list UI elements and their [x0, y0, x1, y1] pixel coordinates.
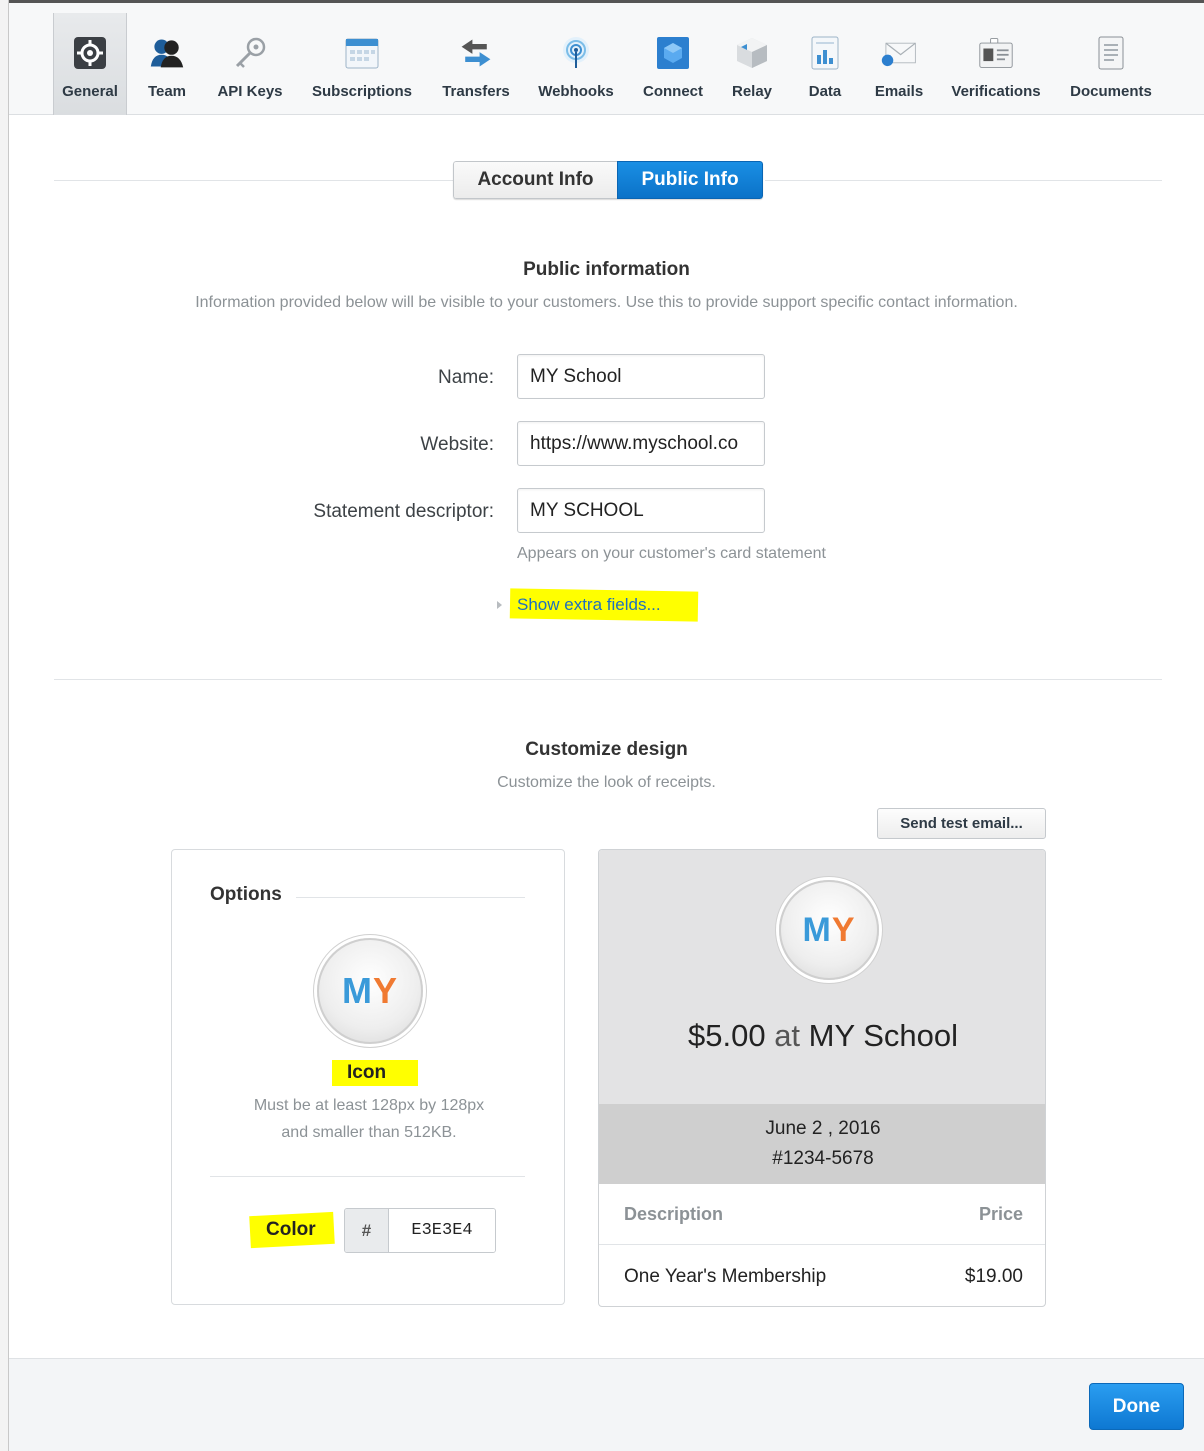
- icon-help-line-2: and smaller than 512KB.: [281, 1124, 457, 1141]
- receipt-amount: $5.00: [687, 1018, 766, 1053]
- tab-general[interactable]: General: [53, 13, 127, 115]
- name-field[interactable]: [517, 354, 765, 399]
- public-info-title: Public information: [523, 259, 690, 280]
- tab-api-keys[interactable]: API Keys: [209, 13, 291, 115]
- tab-transfers-label: Transfers: [442, 83, 510, 100]
- receipt-preview: MY $5.00 at MY School June 2 , 2016 #123…: [598, 849, 1046, 1307]
- tab-team-label: Team: [147, 83, 187, 100]
- tab-relay-label: Relay: [731, 83, 773, 100]
- customize-design-subtitle: Customize the look of receipts.: [497, 774, 716, 791]
- divider-right: [765, 180, 1162, 181]
- tab-team[interactable]: Team: [137, 13, 197, 115]
- color-hash-prefix: #: [345, 1209, 389, 1252]
- key-icon: [232, 35, 268, 71]
- gear-icon: [72, 35, 108, 71]
- show-extra-fields-link[interactable]: Show extra fields...: [517, 595, 661, 615]
- document-icon: [1093, 35, 1129, 71]
- name-label: Name:: [438, 367, 494, 388]
- tab-webhooks-label: Webhooks: [538, 83, 614, 100]
- item-description: One Year's Membership: [624, 1266, 827, 1287]
- statement-descriptor-field[interactable]: [517, 488, 765, 533]
- receipt-at: at: [774, 1018, 801, 1053]
- icon-upload-logo[interactable]: MY: [317, 938, 423, 1044]
- tab-emails-label: Emails: [874, 83, 924, 100]
- tab-data-label: Data: [808, 83, 842, 100]
- connect-cube-icon: [655, 35, 691, 71]
- color-input-group: # E3E3E4: [344, 1208, 496, 1253]
- options-title-rule: [296, 897, 525, 898]
- webhook-icon: [558, 35, 594, 71]
- window-frame-left: [0, 0, 9, 1451]
- tab-connect-label: Connect: [643, 83, 703, 100]
- tab-connect[interactable]: Connect: [637, 13, 709, 115]
- icon-label: Icon: [347, 1062, 387, 1083]
- tab-general-label: General: [62, 83, 118, 100]
- receipt-row-divider: [599, 1244, 1045, 1245]
- statement-descriptor-label: Statement descriptor:: [313, 501, 494, 522]
- settings-modal: General Team API Keys Subscriptions Tran…: [9, 3, 1204, 1451]
- divider-left: [54, 180, 454, 181]
- tab-api-keys-label: API Keys: [217, 83, 283, 100]
- info-segmented-control: Account Info Public Info: [453, 161, 763, 199]
- statement-descriptor-help: Appears on your customer's card statemen…: [517, 545, 826, 562]
- color-hex-field[interactable]: E3E3E4: [389, 1209, 495, 1252]
- receipt-logo: MY: [779, 880, 879, 980]
- public-info-subtitle: Information provided below will be visib…: [195, 294, 1018, 311]
- col-description: Description: [624, 1204, 724, 1224]
- options-divider: [210, 1176, 525, 1177]
- transfer-arrows-icon: [458, 35, 494, 71]
- receipt-amount-line: $5.00 at MY School: [599, 1018, 1045, 1054]
- receipt-date: June 2 , 2016: [765, 1118, 881, 1139]
- tab-verifications[interactable]: Verifications: [943, 13, 1049, 115]
- tab-subscriptions-label: Subscriptions: [311, 83, 412, 100]
- send-test-email-button[interactable]: Send test email...: [877, 808, 1046, 839]
- tab-verifications-label: Verifications: [951, 83, 1041, 100]
- tab-webhooks[interactable]: Webhooks: [533, 13, 619, 115]
- tab-emails[interactable]: Emails: [869, 13, 929, 115]
- tab-subscriptions[interactable]: Subscriptions: [305, 13, 419, 115]
- public-info-tab[interactable]: Public Info: [617, 161, 763, 199]
- options-panel: Options MY Icon Must be at least 128px b…: [171, 849, 565, 1305]
- data-chart-icon: [807, 35, 843, 71]
- customize-design-title: Customize design: [525, 739, 688, 760]
- expand-triangle-icon: [497, 601, 502, 609]
- done-button[interactable]: Done: [1089, 1383, 1184, 1430]
- receipt-merchant: MY School: [808, 1018, 959, 1053]
- receipt-number: #1234-5678: [772, 1148, 874, 1169]
- team-icon: [149, 35, 185, 71]
- id-card-icon: [978, 35, 1014, 71]
- tab-documents-label: Documents: [1070, 83, 1152, 100]
- website-field[interactable]: [517, 421, 765, 466]
- tab-data[interactable]: Data: [799, 13, 851, 115]
- modal-footer: Done: [9, 1358, 1204, 1451]
- color-label: Color: [266, 1219, 316, 1240]
- section-divider: [54, 679, 1162, 680]
- receipt-header: MY $5.00 at MY School: [599, 850, 1045, 1104]
- tab-transfers[interactable]: Transfers: [435, 13, 517, 115]
- email-icon: [881, 35, 917, 71]
- item-price: $19.00: [964, 1266, 1023, 1287]
- website-label: Website:: [420, 434, 494, 455]
- options-title: Options: [210, 884, 282, 905]
- icon-help-line-1: Must be at least 128px by 128px: [253, 1097, 485, 1114]
- col-price: Price: [978, 1204, 1023, 1224]
- relay-box-icon: [734, 35, 770, 71]
- tab-documents[interactable]: Documents: [1065, 13, 1157, 115]
- tab-relay[interactable]: Relay: [723, 13, 781, 115]
- settings-toolbar: General Team API Keys Subscriptions Tran…: [9, 3, 1204, 115]
- receipt-meta: June 2 , 2016 #1234-5678: [599, 1104, 1045, 1184]
- account-info-tab[interactable]: Account Info: [453, 161, 617, 199]
- calendar-icon: [344, 35, 380, 71]
